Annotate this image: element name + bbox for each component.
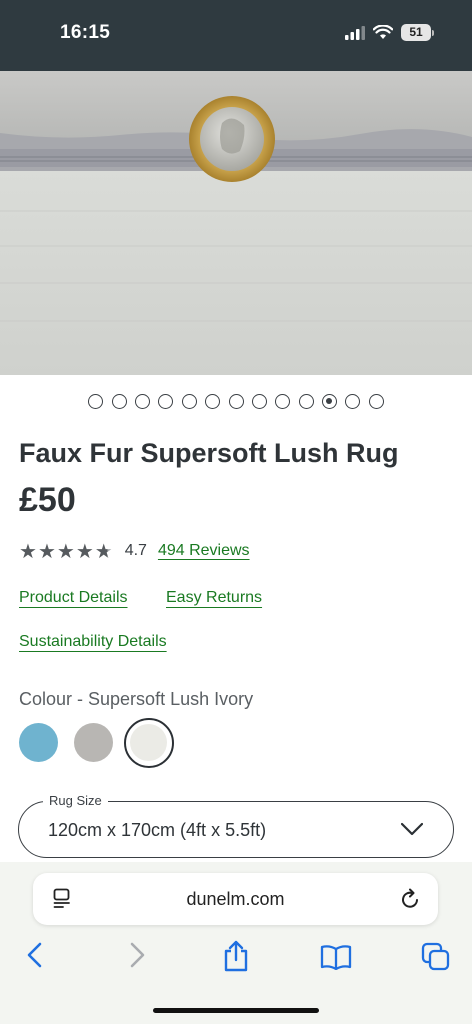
carousel-dot[interactable]	[275, 394, 291, 409]
home-indicator	[153, 1008, 319, 1013]
carousel-dot[interactable]	[158, 394, 174, 409]
star-icon: ★	[37, 539, 56, 563]
rating-stars: ★ ★ ★ ★ ★	[19, 541, 113, 561]
rating-value: 4.7	[124, 542, 147, 559]
carousel-dot[interactable]	[205, 394, 221, 409]
address-bar[interactable]: dunelm.com	[33, 873, 438, 925]
carousel-dot[interactable]	[251, 394, 267, 409]
rug-coin-photo	[0, 71, 472, 375]
wifi-icon	[373, 25, 393, 39]
star-icon: ★	[75, 539, 94, 563]
star-icon: ★	[56, 539, 75, 563]
url-text: dunelm.com	[186, 889, 285, 909]
status-bar: 16:15 51	[0, 0, 472, 71]
browser-bar: dunelm.com	[0, 862, 472, 1024]
ivory-swatch-fill	[130, 724, 167, 761]
blue-swatch[interactable]	[19, 723, 58, 762]
colour-label: Colour - Supersoft Lush Ivory	[19, 689, 254, 709]
reviews-link[interactable]: 494 Reviews	[158, 542, 250, 560]
rating-row: ★ ★ ★ ★ ★ 4.7 494 Reviews	[19, 540, 250, 562]
carousel-dot[interactable]	[134, 394, 150, 409]
rug-size-label: Rug Size	[43, 793, 108, 808]
reload-icon[interactable]	[401, 888, 421, 910]
product-title: Faux Fur Supersoft Lush Rug	[19, 438, 399, 468]
status-time: 16:15	[60, 22, 111, 43]
carousel-dot[interactable]	[345, 394, 361, 409]
star-icon: ★	[19, 539, 37, 563]
product-image[interactable]	[0, 71, 472, 375]
carousel-dot[interactable]	[228, 394, 244, 409]
carousel-dot[interactable]	[368, 394, 384, 409]
carousel-dot[interactable]	[298, 394, 314, 409]
tabs-icon[interactable]	[421, 942, 451, 972]
sustainability-details-link[interactable]: Sustainability Details	[19, 633, 167, 651]
share-icon[interactable]	[222, 940, 250, 972]
product-price: £50	[19, 481, 76, 519]
grey-swatch[interactable]	[74, 723, 113, 762]
chevron-down-icon	[401, 822, 423, 836]
carousel-dot[interactable]	[88, 394, 104, 409]
ivory-swatch[interactable]	[124, 718, 174, 768]
rug-size-value: 120cm x 170cm (4ft x 5.5ft)	[48, 820, 267, 840]
bookmarks-icon[interactable]	[320, 944, 352, 970]
product-details-link[interactable]: Product Details	[19, 589, 128, 607]
easy-returns-link[interactable]: Easy Returns	[166, 589, 262, 607]
signal-icon	[345, 25, 365, 40]
forward-icon[interactable]	[128, 942, 146, 968]
back-icon[interactable]	[26, 942, 44, 968]
battery-icon: 51	[401, 24, 434, 41]
carousel-dot[interactable]	[181, 394, 197, 409]
rug-size-select[interactable]: Rug Size 120cm x 170cm (4ft x 5.5ft)	[18, 793, 454, 858]
star-icon: ★	[94, 539, 113, 563]
status-icons: 51	[345, 24, 434, 41]
battery-level: 51	[401, 24, 431, 41]
carousel-dot[interactable]	[111, 394, 127, 409]
carousel-dots	[0, 394, 472, 409]
carousel-dot[interactable]	[322, 394, 338, 409]
